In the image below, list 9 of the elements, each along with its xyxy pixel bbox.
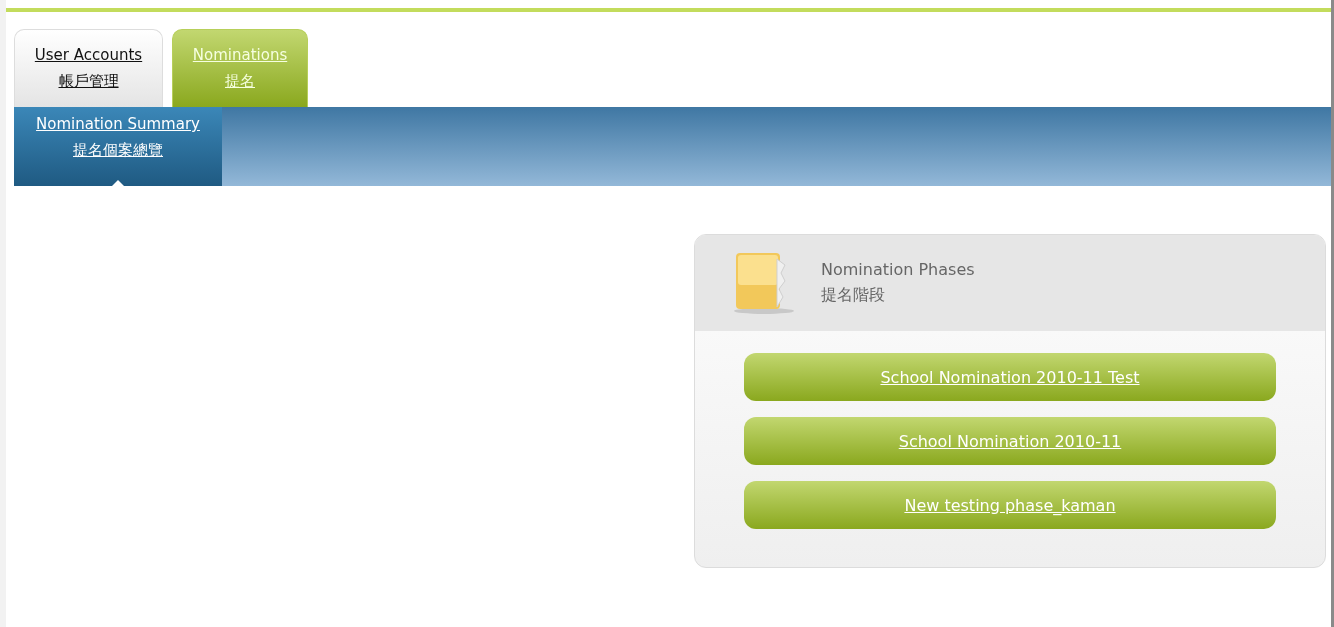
nav-tab[interactable]: User Accounts 帳戶管理	[14, 29, 163, 107]
phase-button[interactable]: New testing phase_kaman	[744, 481, 1276, 529]
nav-tab[interactable]: Nominations 提名	[172, 29, 308, 107]
folder-icon	[733, 251, 795, 315]
panel-title: Nomination Phases	[821, 260, 975, 279]
subnav-tab[interactable]: Nomination Summary 提名個案總覽	[14, 107, 222, 186]
phase-button[interactable]: School Nomination 2010-11 Test	[744, 353, 1276, 401]
panel-title-chinese: 提名階段	[821, 285, 886, 306]
phase-button[interactable]: School Nomination 2010-11	[744, 417, 1276, 465]
